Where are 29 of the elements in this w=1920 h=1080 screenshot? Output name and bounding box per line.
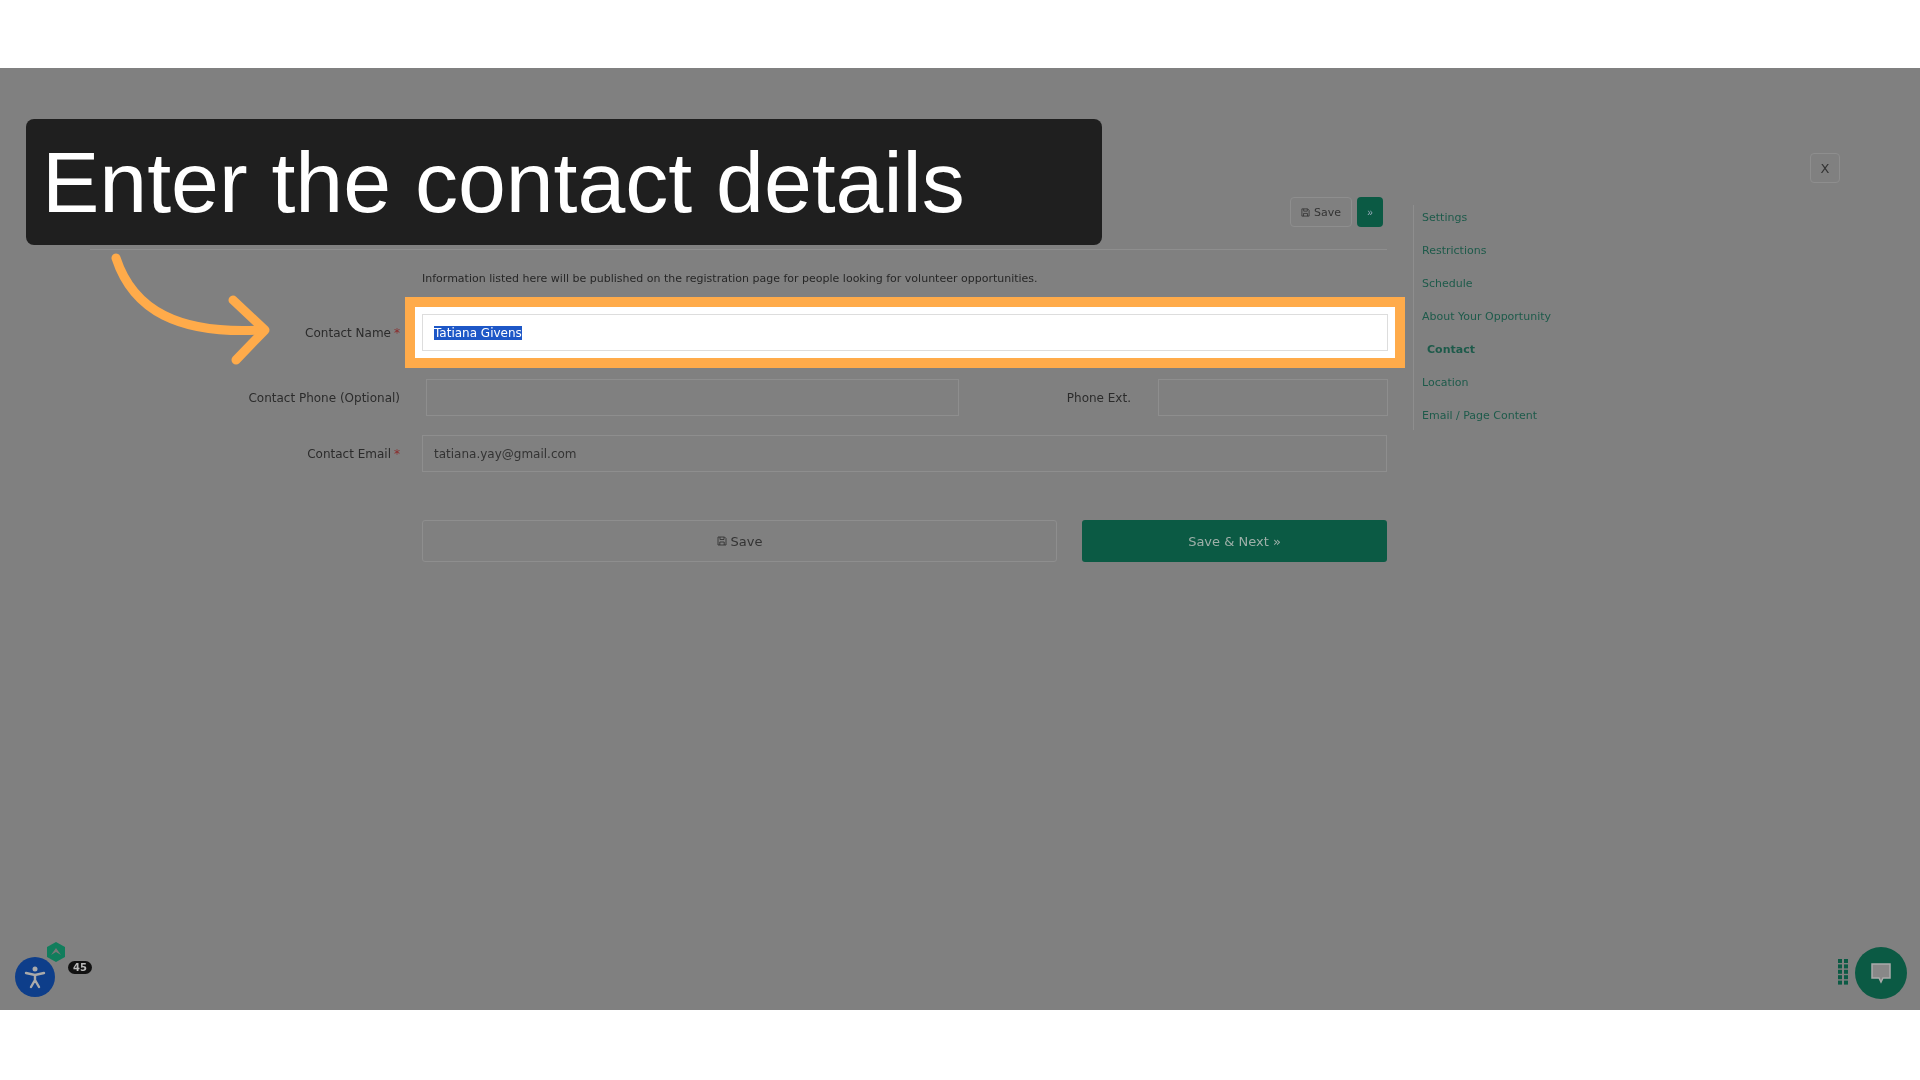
save-button[interactable]: Save (1290, 197, 1352, 227)
next-button[interactable]: » (1357, 197, 1383, 227)
chat-bubble-icon (1868, 961, 1894, 985)
required-mark: * (394, 325, 400, 340)
sidebar-link[interactable]: Contact (1422, 342, 1551, 358)
person-icon (22, 964, 48, 990)
sidebar-link[interactable]: Schedule (1422, 276, 1551, 292)
sidebar-link[interactable]: Restrictions (1422, 243, 1551, 259)
sidebar-link[interactable]: Email / Page Content (1422, 408, 1551, 424)
save-next-button[interactable]: Save & Next » (1082, 520, 1387, 562)
grid-dots-icon[interactable] (1838, 959, 1848, 985)
save-button[interactable]: Save (422, 520, 1057, 562)
chat-button[interactable] (1855, 947, 1907, 999)
accessibility-button[interactable] (15, 957, 55, 997)
field-label: Contact Phone (Optional) (248, 390, 400, 405)
field-label: Phone Ext. (1065, 390, 1131, 405)
input-field[interactable]: Tatiana Givens (422, 314, 1388, 351)
required-mark: * (394, 446, 400, 461)
input-field[interactable]: tatiana.yay@gmail.com (422, 435, 1387, 472)
sidebar-link[interactable]: About Your Opportunity (1422, 309, 1551, 325)
hexagon-arrow-icon[interactable] (46, 941, 66, 963)
sidebar-link[interactable]: Settings (1422, 210, 1551, 226)
close-button[interactable]: X (1810, 153, 1840, 183)
info-text: Information listed here will be published on the registration page for people looking for volunteer opportunities. (422, 272, 1039, 285)
sidebar-link[interactable]: Location (1422, 375, 1551, 391)
count-badge: 45 (68, 961, 92, 974)
field-label: Contact Email (307, 446, 391, 461)
caption-text: Enter the contact details (42, 132, 965, 232)
field-label: Contact Name (305, 325, 391, 340)
